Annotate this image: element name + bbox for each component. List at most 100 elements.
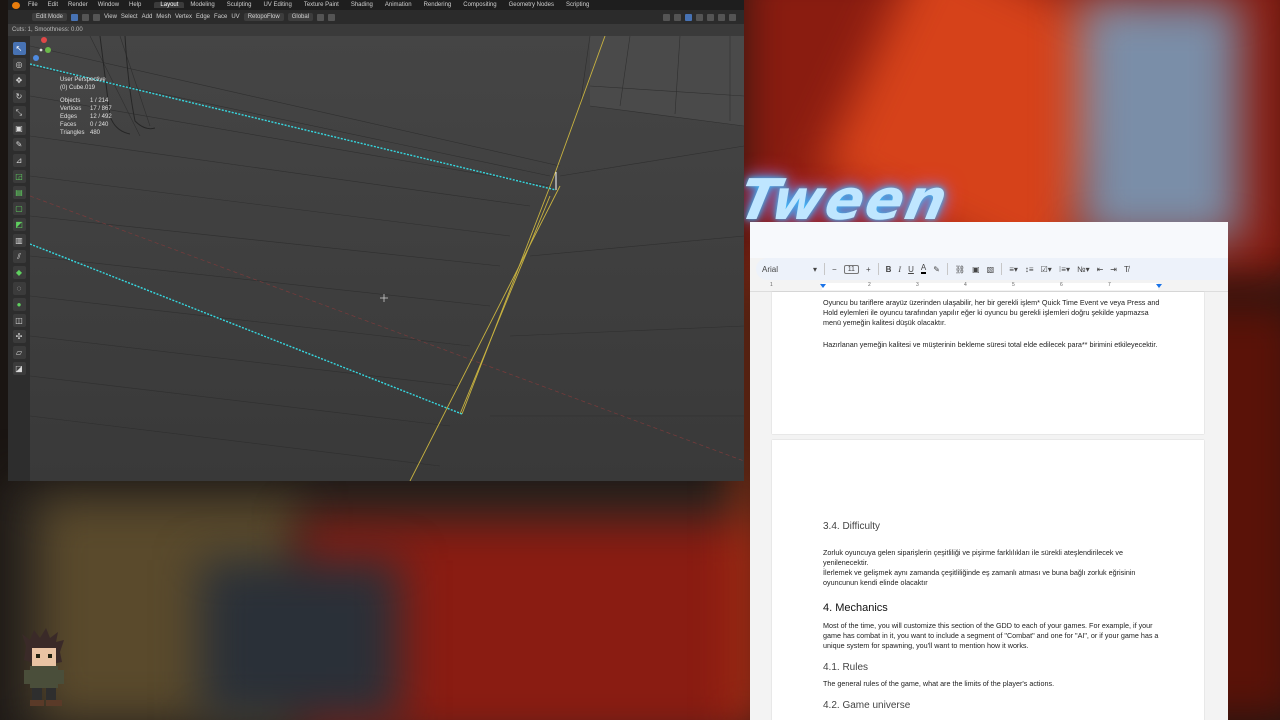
underline-icon[interactable]: U	[908, 265, 914, 274]
menu-view[interactable]: View	[104, 14, 117, 20]
overlays-icon[interactable]	[674, 13, 681, 21]
menu-render[interactable]: Render	[63, 2, 93, 8]
checklist-icon[interactable]: ☑▾	[1041, 265, 1052, 274]
chevron-down-icon[interactable]: ▾	[813, 265, 817, 274]
blender-logo-icon[interactable]	[12, 1, 20, 9]
extrude-tool-icon[interactable]: ▤	[12, 186, 26, 199]
menu-edge[interactable]: Edge	[196, 14, 210, 20]
menu-select[interactable]: Select	[121, 14, 138, 20]
menu-edit[interactable]: Edit	[43, 2, 63, 8]
comment-icon[interactable]: ▣	[972, 265, 980, 274]
menu-uv[interactable]: UV	[231, 14, 239, 20]
add-cube-tool-icon[interactable]: ◲	[12, 170, 26, 183]
docs-ruler[interactable]: 1 2 3 4 5 6 7	[750, 282, 1228, 292]
select-tool-icon[interactable]: ↖	[12, 42, 26, 55]
italic-icon[interactable]: I	[898, 265, 901, 274]
tab-uv-editing[interactable]: UV Editing	[257, 2, 297, 8]
poly-build-tool-icon[interactable]: ◆	[12, 266, 26, 279]
bevel-tool-icon[interactable]: ◩	[12, 218, 26, 231]
snap-icon[interactable]	[317, 13, 325, 21]
toolbar-divider	[946, 263, 948, 275]
edge-select-icon[interactable]	[82, 13, 90, 21]
knife-tool-icon[interactable]: ⫽	[12, 250, 26, 263]
menu-add[interactable]: Add	[142, 14, 153, 20]
shear-tool-icon[interactable]: ▱	[12, 346, 26, 359]
stat-label: Faces	[60, 122, 77, 128]
render-shading-icon[interactable]	[729, 13, 736, 21]
increase-font-size-icon[interactable]: +	[866, 265, 871, 274]
retopoflow-dropdown[interactable]: RetopoFlow	[243, 13, 284, 21]
transform-orientation-dropdown[interactable]: Global	[287, 13, 314, 21]
tab-scripting[interactable]: Scripting	[560, 2, 595, 8]
smooth-tool-icon[interactable]: ●	[12, 298, 26, 311]
xray-icon[interactable]	[685, 13, 692, 21]
tab-layout[interactable]: Layout	[154, 2, 185, 8]
decrease-indent-icon[interactable]: ⇤	[1097, 265, 1104, 274]
shrink-fatten-tool-icon[interactable]: ✣	[12, 330, 26, 343]
vertex-select-icon[interactable]	[71, 13, 79, 21]
viewport-header: Edit Mode View Select Add Mesh Vertex Ed…	[8, 10, 744, 24]
highlight-icon[interactable]: ✎	[933, 265, 940, 274]
ruler-mark: 1	[770, 282, 773, 288]
tab-geometry-nodes[interactable]: Geometry Nodes	[503, 2, 560, 8]
line-spacing-icon[interactable]: ↕≡	[1025, 265, 1034, 274]
menu-file[interactable]: File	[23, 2, 43, 8]
menu-face[interactable]: Face	[214, 14, 227, 20]
paragraph: Zorluk oyuncuya gelen siparişlerin çeşit…	[823, 548, 1123, 568]
ruler-mark: 2	[868, 282, 871, 288]
document-page[interactable]: 3.4. Difficulty Zorluk oyuncuya gelen si…	[772, 440, 1204, 720]
document-page[interactable]: Oyuncu bu tariflere arayüz üzerinden ula…	[772, 292, 1204, 434]
tab-animation[interactable]: Animation	[379, 2, 418, 8]
increase-indent-icon[interactable]: ⇥	[1110, 265, 1117, 274]
3d-viewport[interactable]: User Perspective (0) Cube.019 Objects 1 /…	[30, 36, 744, 481]
transform-tool-icon[interactable]: ▣	[12, 122, 26, 135]
tab-shading[interactable]: Shading	[345, 2, 379, 8]
menu-help[interactable]: Help	[124, 2, 146, 8]
text-color-icon[interactable]: A	[920, 264, 927, 274]
material-shading-icon[interactable]	[718, 13, 725, 21]
align-icon[interactable]: ≡▾	[1009, 265, 1018, 274]
stat-label: Objects	[60, 98, 81, 104]
menu-vertex[interactable]: Vertex	[175, 14, 192, 20]
measure-tool-icon[interactable]: ⊿	[12, 154, 26, 167]
navigation-gizmo-icon[interactable]	[30, 36, 52, 66]
font-family-dropdown[interactable]: Arial	[762, 265, 806, 274]
bold-icon[interactable]: B	[886, 265, 892, 274]
annotate-tool-icon[interactable]: ✎	[12, 138, 26, 151]
stat-label: Edges	[60, 114, 78, 120]
stat-value: 17 / 867	[90, 106, 112, 112]
tab-texture-paint[interactable]: Texture Paint	[298, 2, 345, 8]
viewport-gizmo-icon[interactable]	[663, 13, 670, 21]
face-select-icon[interactable]	[93, 13, 101, 21]
tab-compositing[interactable]: Compositing	[457, 2, 502, 8]
heading-difficulty: 3.4. Difficulty	[823, 521, 881, 532]
menu-mesh[interactable]: Mesh	[156, 14, 171, 20]
link-icon[interactable]: ⛓	[955, 265, 965, 274]
tab-rendering[interactable]: Rendering	[418, 2, 458, 8]
font-size-input[interactable]: 11	[843, 264, 859, 274]
numbered-list-icon[interactable]: №▾	[1077, 265, 1090, 274]
scale-tool-icon[interactable]: ⤡	[12, 106, 26, 119]
move-tool-icon[interactable]: ✥	[12, 74, 26, 87]
edge-slide-tool-icon[interactable]: ◫	[12, 314, 26, 327]
stat-value: 0 / 240	[90, 122, 109, 128]
heading-rules: 4.1. Rules	[823, 662, 869, 673]
paragraph: Most of the time, you will customize thi…	[823, 621, 1159, 651]
bullet-list-icon[interactable]: ⁝≡▾	[1059, 265, 1070, 274]
rotate-tool-icon[interactable]: ↻	[12, 90, 26, 103]
spin-tool-icon[interactable]: ◌	[12, 282, 26, 295]
wireframe-shading-icon[interactable]	[696, 13, 703, 21]
decrease-font-size-icon[interactable]: −	[832, 265, 837, 274]
image-icon[interactable]: ▧	[987, 265, 995, 274]
inset-tool-icon[interactable]: ▢	[12, 202, 26, 215]
solid-shading-icon[interactable]	[707, 13, 714, 21]
menu-window[interactable]: Window	[93, 2, 124, 8]
rip-tool-icon[interactable]: ◪	[12, 362, 26, 375]
clear-formatting-icon[interactable]: T̸	[1124, 265, 1129, 274]
tab-modeling[interactable]: Modeling	[184, 2, 220, 8]
proportional-edit-icon[interactable]	[328, 13, 336, 21]
cursor-tool-icon[interactable]: ◎	[12, 58, 26, 71]
mode-dropdown[interactable]: Edit Mode	[32, 13, 68, 21]
loop-cut-tool-icon[interactable]: ▥	[12, 234, 26, 247]
tab-sculpting[interactable]: Sculpting	[221, 2, 258, 8]
